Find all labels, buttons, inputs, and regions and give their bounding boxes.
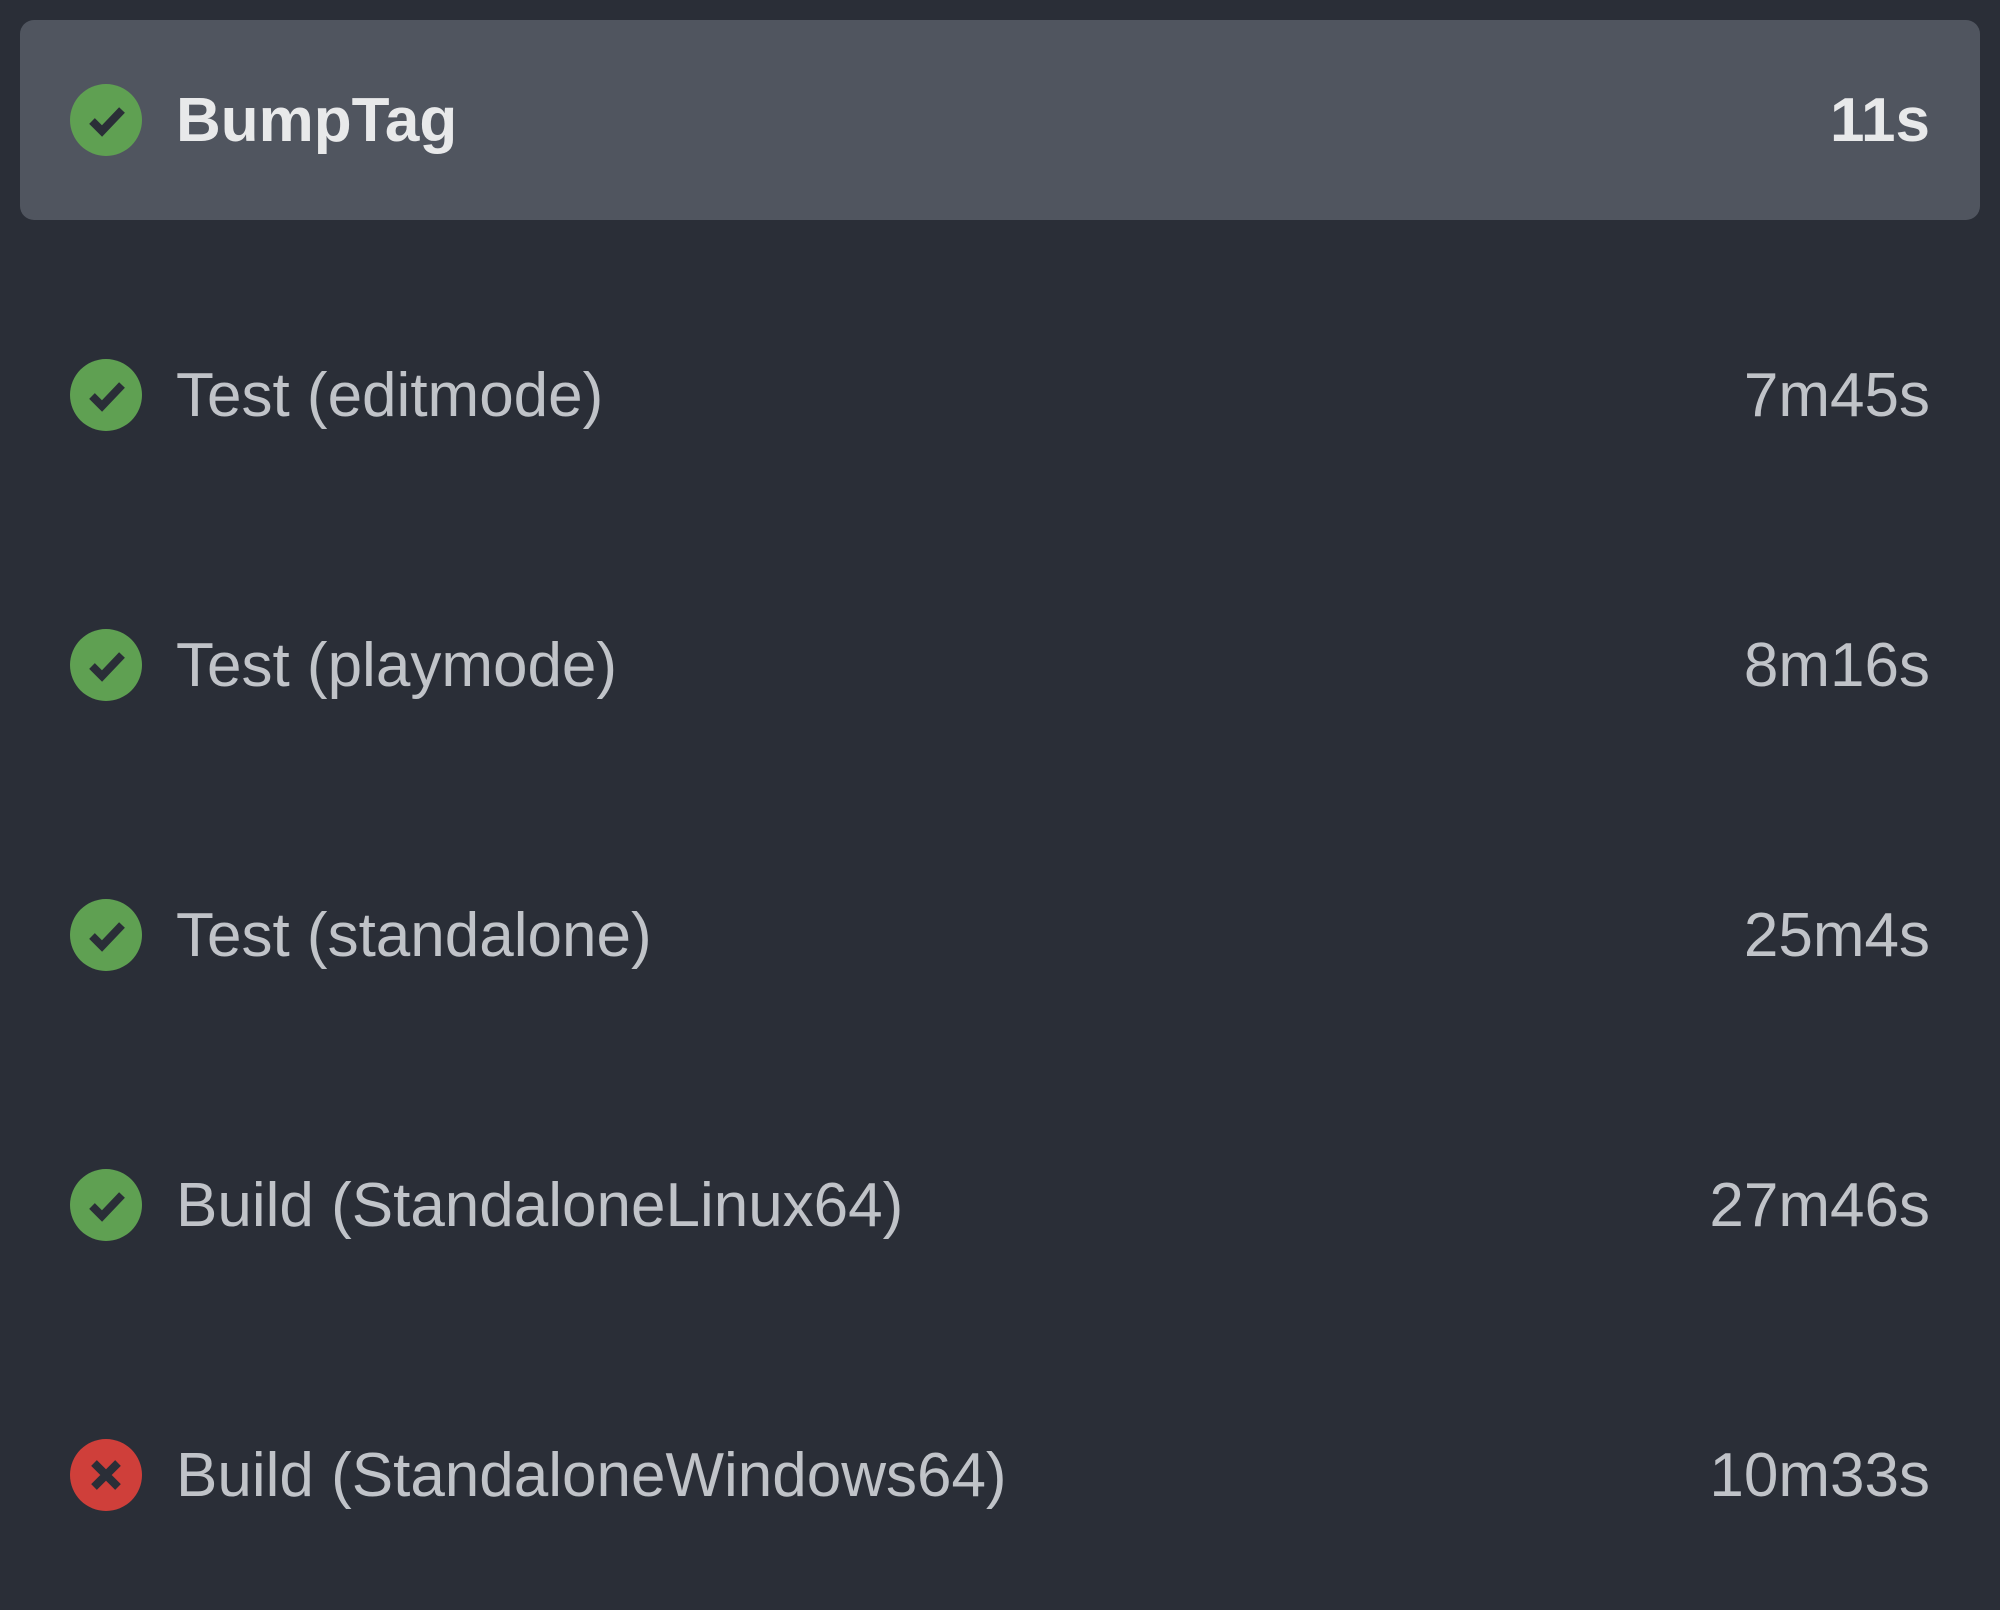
job-left: Build (StandaloneLinux64) bbox=[70, 1169, 903, 1241]
job-name: Build (StandaloneWindows64) bbox=[176, 1440, 1007, 1511]
check-circle-icon bbox=[70, 629, 142, 701]
job-duration: 7m45s bbox=[1744, 360, 1930, 431]
check-circle-icon bbox=[70, 84, 142, 156]
job-left: BumpTag bbox=[70, 84, 457, 156]
job-row-test-standalone[interactable]: Test (standalone) 25m4s bbox=[20, 800, 1980, 1070]
job-row-build-windows64[interactable]: Build (StandaloneWindows64) 10m33s bbox=[20, 1340, 1980, 1610]
job-duration: 25m4s bbox=[1744, 900, 1930, 971]
job-duration: 27m46s bbox=[1709, 1170, 1930, 1241]
check-circle-icon bbox=[70, 899, 142, 971]
job-row-test-playmode[interactable]: Test (playmode) 8m16s bbox=[20, 530, 1980, 800]
job-row-bumptag[interactable]: BumpTag 11s bbox=[20, 20, 1980, 220]
job-name: Test (standalone) bbox=[176, 900, 652, 971]
job-duration: 8m16s bbox=[1744, 630, 1930, 701]
job-list: BumpTag 11s Test (editmode) 7m45s Test (… bbox=[20, 20, 1980, 1610]
job-left: Test (playmode) bbox=[70, 629, 617, 701]
x-circle-icon bbox=[70, 1439, 142, 1511]
job-name: Test (playmode) bbox=[176, 630, 617, 701]
check-circle-icon bbox=[70, 359, 142, 431]
job-left: Test (standalone) bbox=[70, 899, 652, 971]
job-name: Test (editmode) bbox=[176, 360, 603, 431]
job-name: Build (StandaloneLinux64) bbox=[176, 1170, 903, 1241]
job-duration: 10m33s bbox=[1709, 1440, 1930, 1511]
job-left: Test (editmode) bbox=[70, 359, 603, 431]
job-left: Build (StandaloneWindows64) bbox=[70, 1439, 1007, 1511]
job-name: BumpTag bbox=[176, 85, 457, 156]
job-duration: 11s bbox=[1830, 85, 1930, 156]
job-row-test-editmode[interactable]: Test (editmode) 7m45s bbox=[20, 260, 1980, 530]
job-row-build-linux64[interactable]: Build (StandaloneLinux64) 27m46s bbox=[20, 1070, 1980, 1340]
check-circle-icon bbox=[70, 1169, 142, 1241]
